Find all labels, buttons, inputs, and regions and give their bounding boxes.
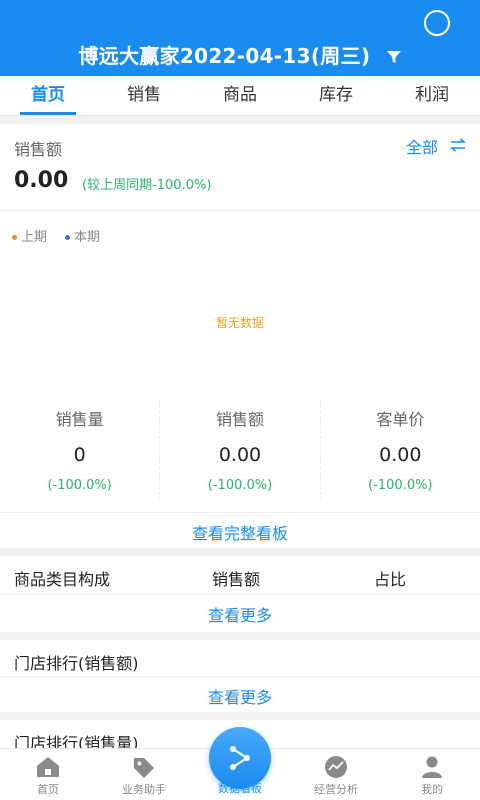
store-rank-view-more-link[interactable]: 查看更多 [0, 684, 480, 708]
metric-change: (-100.0%) [368, 478, 433, 493]
bottom-nav: 首页 业务助手 数据看板 经营分析 我的 [0, 727, 480, 800]
nav-mine[interactable]: 我的 [384, 749, 480, 800]
nav-business-analysis[interactable]: 经营分析 [288, 749, 384, 800]
nav-label: 首页 [37, 783, 59, 796]
user-icon [422, 756, 442, 778]
category-card: 商品类目构成 销售额 占比 查看更多 [0, 556, 480, 632]
top-tabs: 首页 销售 商品 库存 利润 [0, 76, 480, 116]
category-view-more-link[interactable]: 查看更多 [0, 602, 480, 626]
tag-icon [134, 758, 154, 778]
metric-sales-amount: 销售额 0.00 (-100.0%) [160, 400, 321, 500]
metric-value: 0.00 [218, 444, 262, 466]
metric-change: (-100.0%) [207, 478, 273, 493]
metric-label: 客单价 [376, 410, 425, 429]
nav-data-board[interactable]: 数据看板 [192, 727, 288, 800]
nav-label: 数据看板 [218, 782, 262, 795]
sales-card: 销售额 全部 0.00 (较上周同期-100.0%) 上期 本期 暂无数据 销售… [0, 124, 480, 548]
divider [0, 210, 480, 211]
chart-legend: 上期 本期 [12, 226, 100, 245]
sales-label: 销售额 [14, 140, 63, 159]
legend-dot-previous [12, 235, 17, 240]
metric-value: 0 [73, 444, 86, 466]
sales-amount-value: 0.00 [14, 168, 69, 193]
divider [0, 676, 480, 677]
swap-icon [449, 137, 467, 156]
share-icon [230, 746, 250, 770]
all-filter-link[interactable]: 全部 [405, 134, 467, 158]
home-icon [37, 757, 59, 777]
metric-sales-qty: 销售量 0 (-100.0%) [0, 400, 161, 500]
tab-products[interactable]: 商品 [192, 76, 288, 115]
sales-compare-text: (较上周同期-100.0%) [82, 178, 212, 193]
metric-avg-order: 客单价 0.00 (-100.0%) [321, 400, 480, 500]
store-rank-amount-title: 门店排行(销售额) [14, 654, 139, 673]
category-col-header: 商品类目构成 [14, 570, 111, 589]
tab-inventory[interactable]: 库存 [288, 76, 384, 115]
amount-col-header: 销售额 [212, 570, 261, 589]
legend-item-previous: 上期 [12, 226, 47, 245]
tab-profit[interactable]: 利润 [384, 76, 480, 115]
legend-label-current: 本期 [74, 230, 101, 245]
metric-label: 销售量 [55, 410, 104, 429]
divider [0, 512, 480, 513]
all-link-label: 全部 [405, 138, 438, 157]
metric-change: (-100.0%) [47, 478, 112, 493]
metrics-row: 销售量 0 (-100.0%) 销售额 0.00 (-100.0%) 客单价 0… [0, 400, 480, 500]
legend-item-current: 本期 [65, 226, 100, 245]
filter-icon[interactable] [386, 46, 402, 70]
metric-value: 0.00 [379, 444, 422, 466]
divider [0, 593, 480, 594]
legend-label-previous: 上期 [21, 230, 48, 245]
analysis-icon [325, 756, 347, 778]
tab-home[interactable]: 首页 [0, 76, 96, 115]
metric-label: 销售额 [215, 410, 264, 429]
no-data-text: 暂无数据 [215, 316, 264, 330]
view-full-board-link[interactable]: 查看完整看板 [0, 520, 480, 544]
store-rank-amount-card: 门店排行(销售额) 查看更多 [0, 640, 480, 712]
nav-label: 我的 [421, 783, 443, 796]
ratio-col-header: 占比 [374, 570, 407, 589]
app-header: 博远大赢家2022-04-13(周三) [0, 0, 480, 76]
nav-home[interactable]: 首页 [0, 749, 96, 800]
page-title[interactable]: 博远大赢家2022-04-13(周三) [0, 40, 480, 70]
nav-business-assistant[interactable]: 业务助手 [96, 749, 192, 800]
store-date-title: 博远大赢家2022-04-13(周三) [78, 44, 371, 68]
legend-dot-current [65, 235, 71, 240]
circle-icon[interactable] [424, 10, 450, 36]
nav-label: 经营分析 [314, 783, 358, 796]
nav-label: 业务助手 [122, 783, 166, 796]
tab-sales[interactable]: 销售 [96, 76, 192, 115]
